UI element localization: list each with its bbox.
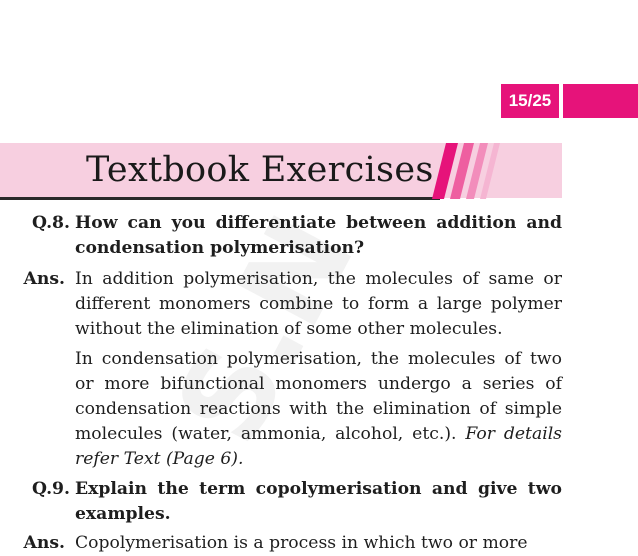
page-badge-bar [563,84,638,118]
question-text: Explain the term copolymerisation and gi… [75,479,562,524]
page-number-badge: 15/25 [501,84,559,118]
question-label: Q.9. [31,479,70,499]
answer-paragraph: Copolymerisation is a process in which t… [75,533,528,553]
section-title-underline [0,197,440,200]
section-title: Textbook Exercises [86,150,434,190]
answer-label: Ans. [23,269,66,289]
decorative-slashes [432,143,500,199]
answer-paragraph: In addition polymerisation, the molecule… [75,269,562,339]
answer-paragraph-2: In condensation polymerisation, the mole… [75,347,562,472]
question-label: Q.8. [31,213,70,233]
question-text: How can you differentiate between additi… [75,213,562,258]
answer-label: Ans. [23,533,66,553]
